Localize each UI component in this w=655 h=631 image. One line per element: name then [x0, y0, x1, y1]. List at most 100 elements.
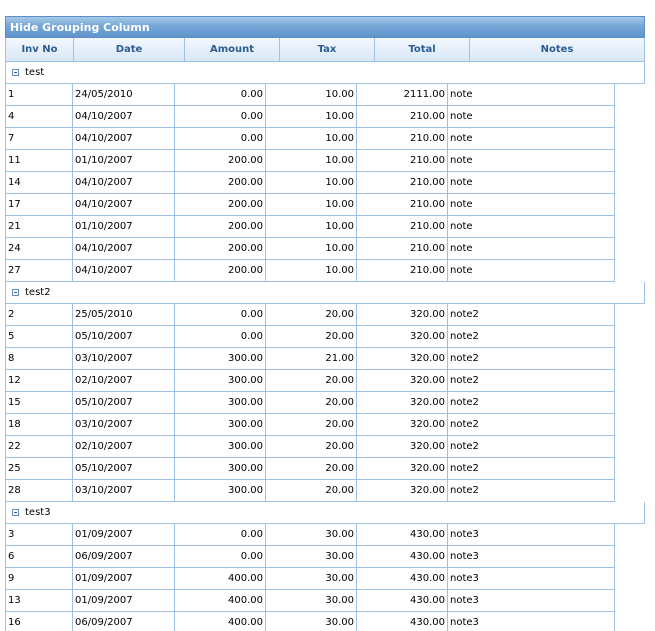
- cell-total: 210.00: [357, 106, 448, 128]
- cell-notes: note: [448, 172, 614, 194]
- table-row[interactable]: 22 02/10/2007 300.00 20.00 320.00 note2: [5, 436, 645, 458]
- cell-tax: 10.00: [266, 106, 357, 128]
- table-row[interactable]: 18 03/10/2007 300.00 20.00 320.00 note2: [5, 414, 645, 436]
- table-row[interactable]: 27 04/10/2007 200.00 10.00 210.00 note: [5, 260, 645, 282]
- row-filler: [614, 128, 645, 150]
- group-header[interactable]: test2: [5, 282, 645, 304]
- cell-tax: 20.00: [266, 436, 357, 458]
- cell-tax: 10.00: [266, 128, 357, 150]
- cell-total: 320.00: [357, 392, 448, 414]
- row-filler: [614, 84, 645, 106]
- table-row[interactable]: 11 01/10/2007 200.00 10.00 210.00 note: [5, 150, 645, 172]
- table-row[interactable]: 6 06/09/2007 0.00 30.00 430.00 note3: [5, 546, 645, 568]
- group-header[interactable]: test: [5, 62, 645, 84]
- cell-inv-no: 17: [5, 194, 73, 216]
- cell-total: 210.00: [357, 238, 448, 260]
- cell-date: 03/10/2007: [73, 480, 175, 502]
- table-row[interactable]: 2 25/05/2010 0.00 20.00 320.00 note2: [5, 304, 645, 326]
- cell-date: 05/10/2007: [73, 392, 175, 414]
- cell-amount: 300.00: [175, 392, 266, 414]
- cell-date: 01/10/2007: [73, 216, 175, 238]
- table-row[interactable]: 16 06/09/2007 400.00 30.00 430.00 note3: [5, 612, 645, 631]
- cell-amount: 400.00: [175, 612, 266, 631]
- cell-total: 210.00: [357, 260, 448, 282]
- cell-tax: 30.00: [266, 612, 357, 631]
- collapse-toggle-icon[interactable]: [12, 509, 19, 516]
- collapse-toggle-icon[interactable]: [12, 289, 19, 296]
- cell-inv-no: 11: [5, 150, 73, 172]
- table-row[interactable]: 24 04/10/2007 200.00 10.00 210.00 note: [5, 238, 645, 260]
- cell-tax: 10.00: [266, 238, 357, 260]
- cell-date: 03/10/2007: [73, 414, 175, 436]
- header-notes[interactable]: Notes: [470, 38, 645, 61]
- cell-inv-no: 3: [5, 524, 73, 546]
- cell-amount: 0.00: [175, 326, 266, 348]
- cell-date: 04/10/2007: [73, 194, 175, 216]
- cell-tax: 20.00: [266, 480, 357, 502]
- cell-amount: 200.00: [175, 238, 266, 260]
- cell-tax: 20.00: [266, 304, 357, 326]
- cell-date: 04/10/2007: [73, 172, 175, 194]
- cell-inv-no: 9: [5, 568, 73, 590]
- table-row[interactable]: 28 03/10/2007 300.00 20.00 320.00 note2: [5, 480, 645, 502]
- header-tax[interactable]: Tax: [280, 38, 375, 61]
- table-row[interactable]: 25 05/10/2007 300.00 20.00 320.00 note2: [5, 458, 645, 480]
- table-row[interactable]: 21 01/10/2007 200.00 10.00 210.00 note: [5, 216, 645, 238]
- cell-amount: 300.00: [175, 436, 266, 458]
- table-row[interactable]: 14 04/10/2007 200.00 10.00 210.00 note: [5, 172, 645, 194]
- cell-amount: 200.00: [175, 172, 266, 194]
- table-row[interactable]: 17 04/10/2007 200.00 10.00 210.00 note: [5, 194, 645, 216]
- cell-total: 430.00: [357, 568, 448, 590]
- table-row[interactable]: 9 01/09/2007 400.00 30.00 430.00 note3: [5, 568, 645, 590]
- cell-total: 210.00: [357, 172, 448, 194]
- header-date[interactable]: Date: [74, 38, 185, 61]
- cell-amount: 0.00: [175, 304, 266, 326]
- row-filler: [614, 216, 645, 238]
- cell-amount: 0.00: [175, 546, 266, 568]
- cell-amount: 0.00: [175, 128, 266, 150]
- table-row[interactable]: 5 05/10/2007 0.00 20.00 320.00 note2: [5, 326, 645, 348]
- cell-total: 430.00: [357, 612, 448, 631]
- header-amount[interactable]: Amount: [185, 38, 280, 61]
- row-filler: [614, 238, 645, 260]
- row-filler: [614, 524, 645, 546]
- table-row[interactable]: 13 01/09/2007 400.00 30.00 430.00 note3: [5, 590, 645, 612]
- header-inv-no[interactable]: Inv No: [6, 38, 74, 61]
- cell-amount: 0.00: [175, 84, 266, 106]
- cell-notes: note: [448, 238, 614, 260]
- cell-notes: note3: [448, 590, 614, 612]
- cell-tax: 30.00: [266, 546, 357, 568]
- group-header[interactable]: test3: [5, 502, 645, 524]
- header-row: Inv No Date Amount Tax Total Notes: [5, 38, 645, 62]
- header-total[interactable]: Total: [375, 38, 470, 61]
- row-filler: [614, 106, 645, 128]
- cell-tax: 21.00: [266, 348, 357, 370]
- cell-date: 06/09/2007: [73, 612, 175, 631]
- cell-notes: note2: [448, 370, 614, 392]
- cell-tax: 10.00: [266, 150, 357, 172]
- table-row[interactable]: 3 01/09/2007 0.00 30.00 430.00 note3: [5, 524, 645, 546]
- cell-notes: note2: [448, 458, 614, 480]
- cell-amount: 300.00: [175, 458, 266, 480]
- table-row[interactable]: 12 02/10/2007 300.00 20.00 320.00 note2: [5, 370, 645, 392]
- cell-tax: 10.00: [266, 216, 357, 238]
- table-row[interactable]: 1 24/05/2010 0.00 10.00 2111.00 note: [5, 84, 645, 106]
- table-row[interactable]: 4 04/10/2007 0.00 10.00 210.00 note: [5, 106, 645, 128]
- cell-inv-no: 8: [5, 348, 73, 370]
- cell-date: 02/10/2007: [73, 370, 175, 392]
- cell-inv-no: 15: [5, 392, 73, 414]
- cell-total: 320.00: [357, 348, 448, 370]
- row-filler: [614, 568, 645, 590]
- row-filler: [614, 414, 645, 436]
- table-row[interactable]: 7 04/10/2007 0.00 10.00 210.00 note: [5, 128, 645, 150]
- row-filler: [614, 348, 645, 370]
- table-row[interactable]: 15 05/10/2007 300.00 20.00 320.00 note2: [5, 392, 645, 414]
- row-filler: [614, 590, 645, 612]
- cell-notes: note: [448, 150, 614, 172]
- cell-notes: note3: [448, 524, 614, 546]
- grid-caption[interactable]: Hide Grouping Column: [5, 16, 645, 38]
- group-label: test: [25, 66, 45, 78]
- table-row[interactable]: 8 03/10/2007 300.00 21.00 320.00 note2: [5, 348, 645, 370]
- collapse-toggle-icon[interactable]: [12, 69, 19, 76]
- cell-amount: 400.00: [175, 568, 266, 590]
